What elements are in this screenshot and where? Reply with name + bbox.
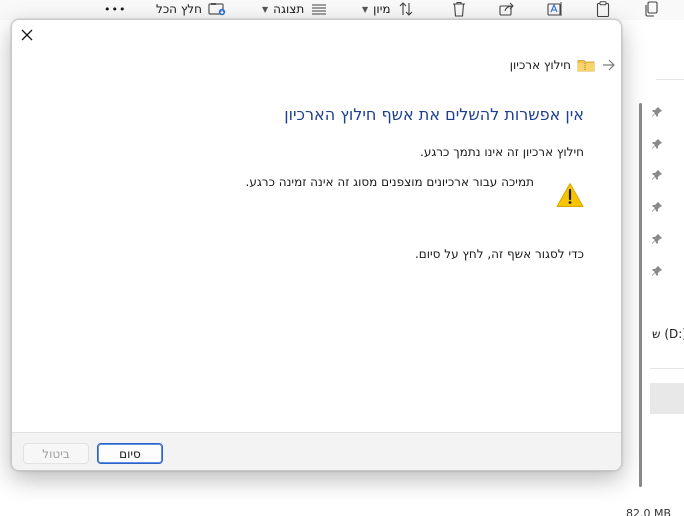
extract-all-button[interactable]: חלץ הכל: [156, 0, 227, 18]
copy-icon: [641, 0, 661, 18]
scrollbar[interactable]: [639, 103, 642, 487]
sort-label: מיון: [373, 2, 391, 16]
delete-button[interactable]: [449, 0, 469, 18]
view-label: תצוגה: [273, 2, 305, 16]
sort-button[interactable]: מיון ▼: [362, 0, 416, 18]
more-options-button[interactable]: •••: [104, 0, 126, 18]
cancel-button[interactable]: ביטול: [23, 443, 89, 464]
pin-icon: [650, 232, 664, 246]
close-button[interactable]: [18, 26, 36, 44]
share-icon: [497, 0, 517, 18]
chevron-down-icon: ▼: [362, 4, 369, 14]
view-button[interactable]: תצוגה ▼: [262, 0, 329, 18]
status-size: 82.0 MB: [626, 507, 672, 516]
header-title: חילוץ ארכיון: [509, 58, 571, 72]
divider: [656, 79, 684, 80]
warning-row: תמיכה עבור ארכיונים מוצפנים מסוג זה אינה…: [44, 175, 584, 209]
dialog-content: אין אפשרות להשלים את אשף חילוץ הארכיון ח…: [44, 105, 584, 261]
warning-text: תמיכה עבור ארכיונים מוצפנים מסוג זה אינה…: [245, 175, 534, 189]
view-list-icon: [309, 0, 329, 18]
dialog-header: חילוץ ארכיון: [510, 56, 615, 74]
back-button[interactable]: [601, 58, 615, 72]
finish-button[interactable]: סיום: [97, 443, 163, 464]
close-icon: [21, 26, 33, 45]
pin-icon: [650, 264, 664, 278]
pin-icon: [650, 105, 664, 119]
close-instructions: כדי לסגור אשף זה, לחץ על סיום.: [414, 247, 584, 261]
unsupported-message: חילוץ ארכיון זה אינו נתמך כרגע.: [420, 145, 584, 159]
copy-button[interactable]: [641, 0, 661, 18]
extract-wizard-dialog: חילוץ ארכיון אין אפשרות להשלים את אשף חי…: [11, 19, 622, 471]
page-title: אין אפשרות להשלים את אשף חילוץ הארכיון: [284, 105, 584, 124]
drive-label[interactable]: ש (D:): [652, 327, 684, 341]
explorer-toolbar: ••• חלץ הכל תצוגה ▼ מיון ▼: [0, 0, 684, 20]
rename-button[interactable]: [545, 0, 565, 18]
extract-all-label: חלץ הכל: [156, 2, 202, 16]
sort-arrows-icon: [396, 0, 416, 18]
more-label: •••: [104, 2, 127, 16]
extract-icon: [207, 0, 227, 18]
pin-icon: [650, 168, 664, 182]
pin-icon: [650, 200, 664, 214]
divider: [650, 368, 684, 369]
dialog-footer: סיום ביטול: [12, 432, 621, 470]
selected-nav-item[interactable]: [650, 383, 684, 414]
warning-icon: [556, 181, 584, 209]
trash-icon: [449, 0, 469, 18]
pin-icon: [650, 137, 664, 151]
share-button[interactable]: [497, 0, 517, 18]
rename-icon: [545, 0, 565, 18]
clipboard-icon: [593, 0, 613, 18]
paste-button[interactable]: [593, 0, 613, 18]
chevron-down-icon: ▼: [262, 4, 269, 14]
zip-folder-icon: [577, 58, 595, 72]
